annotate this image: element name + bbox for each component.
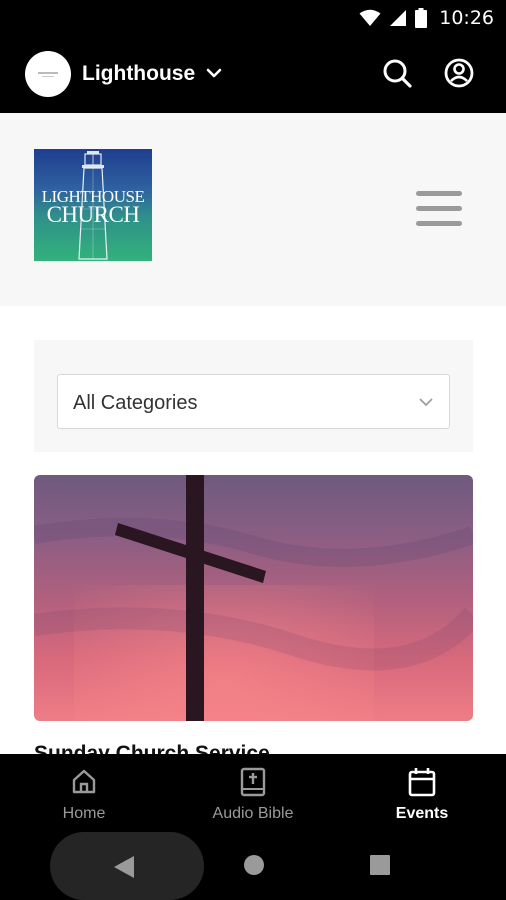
category-select-value: All Categories	[73, 392, 198, 414]
nav-events[interactable]: Events	[338, 754, 506, 830]
signal-icon	[390, 10, 407, 26]
app-avatar[interactable]	[25, 51, 71, 97]
bottom-nav: Home Audio Bible Events	[0, 754, 506, 830]
nav-events-label: Events	[395, 805, 449, 822]
status-bar: 10:26	[0, 0, 506, 36]
app-header: Lighthouse	[0, 36, 506, 113]
site-header: LIGHTHOUSE CHURCH	[0, 113, 506, 306]
app-title[interactable]: Lighthouse	[82, 62, 195, 86]
search-icon[interactable]	[380, 56, 414, 90]
home-icon	[72, 769, 96, 794]
wifi-icon	[359, 9, 381, 26]
nav-home-label: Home	[62, 805, 106, 822]
logo-text-church: CHURCH	[46, 202, 140, 227]
system-nav	[0, 830, 506, 900]
chevron-down-icon[interactable]	[205, 64, 223, 82]
logo-mark-detail	[42, 76, 54, 77]
nav-audio-bible-label: Audio Bible	[212, 805, 294, 822]
cross-image	[34, 475, 473, 721]
nav-home[interactable]: Home	[0, 754, 168, 830]
event-image[interactable]	[34, 475, 473, 721]
bible-icon	[240, 767, 266, 797]
hamburger-menu-icon[interactable]	[416, 191, 462, 227]
recents-icon[interactable]	[370, 855, 390, 875]
category-filter: All Categories	[34, 340, 473, 452]
calendar-icon	[408, 768, 436, 797]
category-select[interactable]: All Categories	[57, 374, 450, 429]
chevron-down-icon	[419, 398, 433, 407]
logo-mark	[38, 72, 58, 74]
battery-icon	[415, 8, 428, 28]
clock: 10:26	[439, 7, 494, 29]
home-circle-icon[interactable]	[243, 854, 265, 876]
church-logo[interactable]: LIGHTHOUSE CHURCH	[34, 149, 152, 261]
back-icon	[114, 856, 134, 878]
account-icon[interactable]	[442, 56, 476, 90]
nav-audio-bible[interactable]: Audio Bible	[169, 754, 337, 830]
app-screen: 10:26 Lighthouse LIGHTHOUSE CHURCH All C…	[0, 0, 506, 900]
status-icons: 10:26	[359, 6, 494, 30]
back-button[interactable]	[50, 832, 204, 900]
